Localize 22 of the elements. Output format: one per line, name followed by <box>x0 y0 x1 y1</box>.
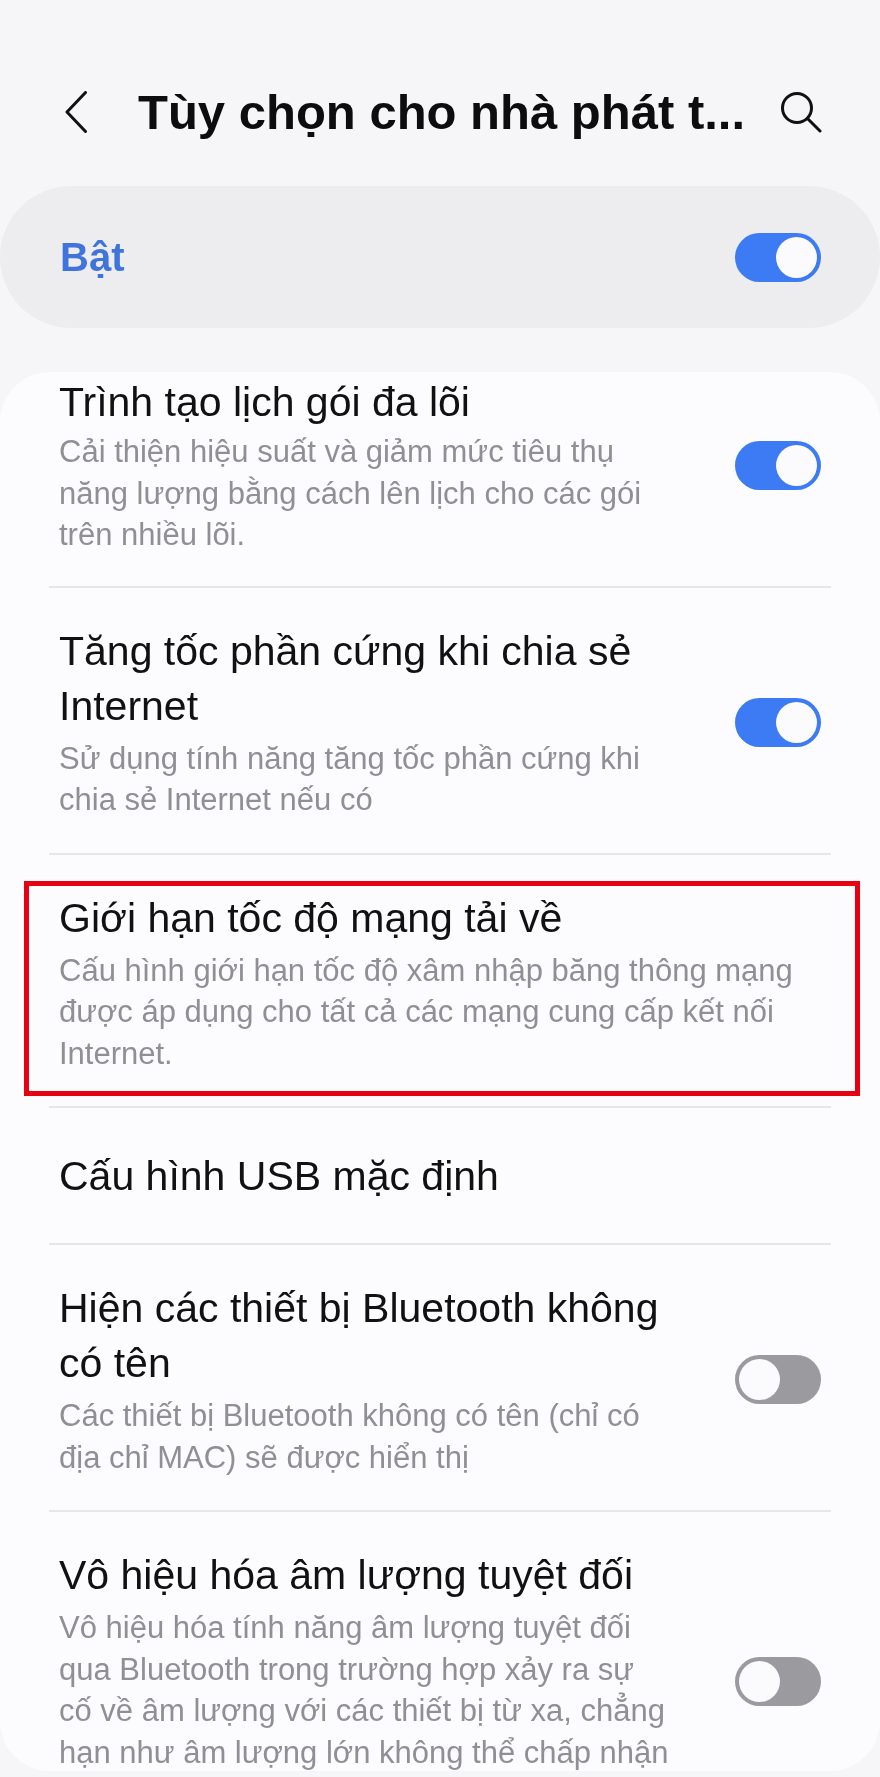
toggle-switch[interactable] <box>735 440 821 490</box>
search-icon <box>780 91 822 133</box>
back-button[interactable] <box>65 91 87 133</box>
toggle-switch[interactable] <box>735 697 821 747</box>
chevron-left-icon <box>65 91 87 133</box>
setting-title: Giới hạn tốc độ mạng tải về <box>59 893 564 943</box>
setting-description: Các thiết bị Bluetooth không có tên (chỉ có địa chỉ MAC) sẽ được hiển thị <box>59 1397 641 1477</box>
page-title: Tùy chọn cho nhà phát t... <box>138 84 747 141</box>
toggle-switch[interactable] <box>735 232 821 282</box>
setting-title: Hiện các thiết bị Bluetooth không có tên <box>59 1284 660 1388</box>
setting-description: Vô hiệu hóa tính năng âm lượng tuyệt đối qua Bluetooth trong trường hợp xảy ra sự cố về âm lượng với các thiết bị từ xa, chẳng hạn như âm lượng lớn không thể chấp nhận <box>59 1609 670 1771</box>
setting-title: Cấu hình USB mặc định <box>59 1152 500 1201</box>
setting-title: Trình tạo lịch gói đa lõi <box>59 378 471 427</box>
setting-description: Cải thiện hiệu suất và giảm mức tiêu thụ năng lượng bằng cách lên lịch cho các gói trên nhiều lõi. <box>59 433 643 554</box>
search-button[interactable] <box>780 91 822 133</box>
setting-title: Vô hiệu hóa âm lượng tuyệt đối <box>59 1551 635 1600</box>
master-switch-label: Bật <box>60 234 125 281</box>
setting-description: Cấu hình giới hạn tốc độ xâm nhập băng thông mạng được áp dụng cho tất cả các mạng cung cấp kết nối Internet. <box>59 951 794 1073</box>
toggle-switch[interactable] <box>735 1656 821 1706</box>
toggle-switch[interactable] <box>735 1355 821 1404</box>
setting-title: Tăng tốc phần cứng khi chia sẻ Internet <box>59 626 633 731</box>
setting-description: Sử dụng tính năng tăng tốc phần cứng khi chia sẻ Internet nếu có <box>59 739 641 819</box>
